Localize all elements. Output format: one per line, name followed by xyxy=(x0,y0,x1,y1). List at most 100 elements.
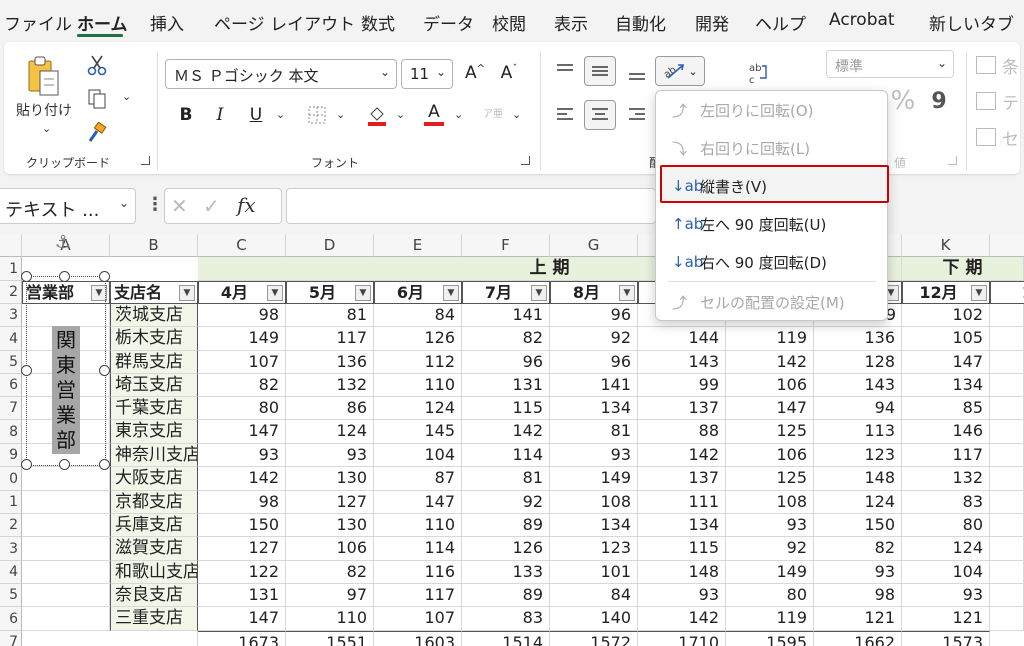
number-format-select[interactable]: 標準 ⌄ xyxy=(826,50,954,78)
resize-handle[interactable] xyxy=(59,459,70,470)
dept-cell[interactable] xyxy=(22,514,110,537)
row-header[interactable]: 3 xyxy=(0,537,22,561)
align-left-icon[interactable] xyxy=(552,102,578,128)
value-cell[interactable]: 96 xyxy=(550,304,638,327)
value-cell[interactable]: 89 xyxy=(462,584,550,607)
value-cell[interactable]: 136 xyxy=(286,351,374,374)
value-cell[interactable]: 80 xyxy=(726,584,814,607)
total-cell[interactable]: 1662 xyxy=(814,631,902,646)
value-cell[interactable]: 97 xyxy=(286,584,374,607)
value-cell[interactable]: 104 xyxy=(902,561,990,584)
row-header[interactable]: 0 xyxy=(0,467,22,491)
total-cell[interactable]: 1710 xyxy=(638,631,726,646)
filter-dropdown-icon[interactable]: ▼ xyxy=(971,285,987,301)
more-options-icon[interactable]: ⋮ xyxy=(146,194,164,215)
italic-button[interactable]: I xyxy=(208,102,232,128)
value-cell[interactable]: 106 xyxy=(726,374,814,397)
value-cell[interactable]: 92 xyxy=(726,537,814,561)
row-header[interactable]: 4 xyxy=(0,561,22,584)
value-cell[interactable]: 132 xyxy=(286,374,374,397)
month-header[interactable]: 8月 ▼ xyxy=(550,281,638,304)
cell-style-button[interactable]: セ xyxy=(976,124,1022,150)
value-cell[interactable]: 106 xyxy=(286,537,374,561)
value-cell[interactable]: 124 xyxy=(286,420,374,444)
filter-dropdown-icon[interactable]: ▼ xyxy=(619,285,635,301)
store-name-cell[interactable]: 東京支店 xyxy=(110,420,198,444)
value-cell[interactable]: 82 xyxy=(286,561,374,584)
value-cell[interactable]: 108 xyxy=(550,491,638,514)
font-launcher-icon[interactable] xyxy=(521,156,530,165)
row-header[interactable]: 1 xyxy=(0,257,22,281)
store-name-cell[interactable]: 神奈川支店 xyxy=(110,444,198,467)
value-cell[interactable]: 127 xyxy=(198,537,286,561)
store-name-cell[interactable]: 滋賀支店 xyxy=(110,537,198,561)
value-cell[interactable]: 98 xyxy=(814,584,902,607)
value-cell[interactable]: 131 xyxy=(198,584,286,607)
value-cell[interactable]: 141 xyxy=(550,374,638,397)
comma-style-icon[interactable]: 9 xyxy=(928,86,950,116)
value-cell[interactable]: 124 xyxy=(814,491,902,514)
percent-icon[interactable]: % xyxy=(888,86,918,116)
value-cell[interactable]: 84 xyxy=(374,304,462,327)
value-cell[interactable] xyxy=(990,561,1024,584)
row-header[interactable]: 3 xyxy=(0,304,22,327)
value-cell[interactable]: 88 xyxy=(638,420,726,444)
resize-handle[interactable] xyxy=(21,271,32,282)
value-cell[interactable]: 108 xyxy=(726,491,814,514)
filter-dropdown-icon[interactable]: ▼ xyxy=(179,285,195,301)
value-cell[interactable]: 142 xyxy=(462,420,550,444)
value-cell[interactable]: 85 xyxy=(902,397,990,420)
store-name-cell[interactable]: 栃木支店 xyxy=(110,327,198,351)
row-header[interactable]: 5 xyxy=(0,351,22,374)
cut-icon[interactable] xyxy=(84,52,110,78)
dept-cell[interactable] xyxy=(22,537,110,561)
shrink-font-button[interactable]: Aˇ xyxy=(497,60,521,86)
resize-handle[interactable] xyxy=(59,271,70,282)
underline-button[interactable]: U xyxy=(244,102,268,128)
value-cell[interactable]: 93 xyxy=(198,444,286,467)
dept-cell[interactable] xyxy=(22,584,110,607)
value-cell[interactable]: 125 xyxy=(726,467,814,491)
value-cell[interactable]: 96 xyxy=(462,351,550,374)
value-cell[interactable]: 92 xyxy=(550,327,638,351)
store-name-cell[interactable]: 千葉支店 xyxy=(110,397,198,420)
copy-icon[interactable] xyxy=(84,86,110,112)
orientation-button[interactable]: ab ⌄ xyxy=(655,56,705,86)
clipboard-launcher-icon[interactable] xyxy=(141,156,150,165)
value-cell[interactable]: 82 xyxy=(198,374,286,397)
align-middle-icon[interactable] xyxy=(584,56,616,86)
value-cell[interactable]: 132 xyxy=(902,467,990,491)
value-cell[interactable]: 106 xyxy=(726,444,814,467)
tab-help[interactable]: ヘルプ xyxy=(755,10,806,35)
value-cell[interactable]: 126 xyxy=(462,537,550,561)
paste-label[interactable]: 貼り付け xyxy=(16,100,72,120)
value-cell[interactable]: 147 xyxy=(902,351,990,374)
value-cell[interactable]: 127 xyxy=(286,491,374,514)
value-cell[interactable]: 131 xyxy=(462,374,550,397)
value-cell[interactable]: 93 xyxy=(814,561,902,584)
value-cell[interactable]: 110 xyxy=(286,607,374,631)
value-cell[interactable]: 125 xyxy=(726,420,814,444)
value-cell[interactable]: 147 xyxy=(374,491,462,514)
value-cell[interactable]: 123 xyxy=(550,537,638,561)
menu-item-vertical-text[interactable]: ↓ab 縦書き(V) xyxy=(656,167,887,205)
resize-handle[interactable] xyxy=(99,459,110,470)
value-cell[interactable]: 147 xyxy=(198,607,286,631)
value-cell[interactable]: 112 xyxy=(374,351,462,374)
filter-dropdown-icon[interactable]: ▼ xyxy=(267,285,283,301)
value-cell[interactable]: 150 xyxy=(814,514,902,537)
underline-chevron-icon[interactable]: ⌄ xyxy=(276,108,285,121)
value-cell[interactable]: 99 xyxy=(638,374,726,397)
value-cell[interactable]: 93 xyxy=(726,514,814,537)
value-cell[interactable]: 101 xyxy=(550,561,638,584)
row-header[interactable]: 2 xyxy=(0,514,22,537)
total-cell[interactable]: 1514 xyxy=(462,631,550,646)
value-cell[interactable]: 93 xyxy=(902,584,990,607)
value-cell[interactable]: 121 xyxy=(902,607,990,631)
row-header[interactable]: 6 xyxy=(0,607,22,631)
cancel-icon[interactable]: ✕ xyxy=(171,194,188,218)
row-header[interactable]: 4 xyxy=(0,327,22,351)
value-cell[interactable]: 144 xyxy=(638,327,726,351)
total-cell[interactable]: 1595 xyxy=(726,631,814,646)
row-header[interactable]: 1 xyxy=(0,491,22,514)
